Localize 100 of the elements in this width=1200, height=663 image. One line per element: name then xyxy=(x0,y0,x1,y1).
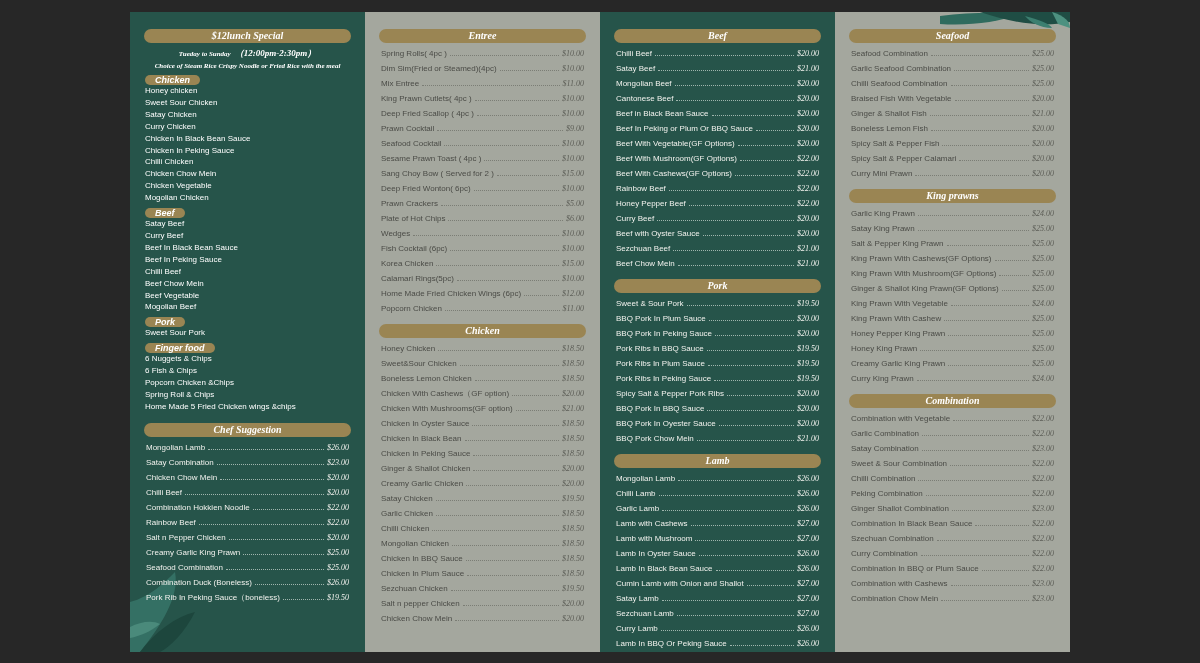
dish-name: Satay Beef xyxy=(145,218,186,230)
section-heading: $12lunch Special xyxy=(144,29,351,43)
dish-price: $26.00 xyxy=(797,639,819,649)
section-heading: Chicken xyxy=(379,324,586,338)
dish-name: Beef Chow Mein xyxy=(145,277,205,290)
dish-name: Honey King Prawn xyxy=(851,344,918,354)
dish-price: $19.50 xyxy=(797,344,819,354)
dish-name: Satay Combination xyxy=(851,444,919,454)
dish-price: $27.00 xyxy=(797,609,819,619)
dish-price: $26.00 xyxy=(327,442,349,453)
dish-name: BBQ Pork In Plum Sauce xyxy=(616,314,706,324)
dish-price: $21.00 xyxy=(797,434,819,444)
dish-name: 6 Nuggets & Chips xyxy=(145,353,213,366)
dish-name: King Prawn Cutlets( 4pc ) xyxy=(381,94,472,104)
dish-price: $20.00 xyxy=(1032,94,1054,104)
dish-name: Sweet & Sour Combination xyxy=(851,459,948,469)
dish-name: Rainbow Beef xyxy=(616,184,666,194)
dish-price: $20.00 xyxy=(797,124,819,134)
dish-price: $25.00 xyxy=(1032,49,1054,59)
dish-name: Mongolian Lamb xyxy=(146,442,206,453)
dish-name: Seafood Cocktail xyxy=(381,139,442,149)
dish-name: Korea Chicken xyxy=(381,259,434,269)
section-heading: Beef xyxy=(614,29,821,43)
dish-price: $25.00 xyxy=(1032,359,1054,369)
dish-price: $22.00 xyxy=(327,502,349,513)
dish-price: $15.00 xyxy=(562,259,584,269)
dish-price: $20.00 xyxy=(562,614,584,624)
dish-name: Chilli Beef xyxy=(145,265,182,278)
dish-name: Beef In Peking Sauce xyxy=(145,253,223,266)
dish-name: Ginger & Shallot King Prawn(GF Options) xyxy=(851,284,999,294)
dish-name: Pork Ribs In BBQ Sauce xyxy=(616,344,704,354)
dish-price: $18.50 xyxy=(562,569,584,579)
dish-name: Chicken With Mushrooms(GF option) xyxy=(381,404,513,414)
dish-name: Ginger & Shallot Fish xyxy=(851,109,927,119)
dish-name: Curry Beef xyxy=(145,229,185,242)
dish-price: $20.00 xyxy=(562,389,584,399)
dish-name: Sezchuan Lamb xyxy=(616,609,674,619)
dish-price: $19.50 xyxy=(562,584,584,594)
dish-price: $26.00 xyxy=(797,504,819,514)
dish-name: Fish Cocktail (6pc) xyxy=(381,244,448,254)
dish-price: $10.00 xyxy=(562,139,584,149)
dish-price: $22.00 xyxy=(797,199,819,209)
dish-name: Chilli Beef xyxy=(616,49,652,59)
dish-price: $21.00 xyxy=(1032,109,1054,119)
dish-price: $23.00 xyxy=(1032,504,1054,514)
lunch-hours: （12:00pm-2:30pm） xyxy=(234,47,317,60)
dish-price: $11.00 xyxy=(562,304,584,314)
dish-name: Plate of Hot Chips xyxy=(381,214,446,224)
dish-name: Szechuan Combination xyxy=(851,534,934,544)
dish-price: $10.00 xyxy=(562,64,584,74)
dish-price: $10.00 xyxy=(562,184,584,194)
dish-price: $22.00 xyxy=(1032,429,1054,439)
dish-name: Satay King Prawn xyxy=(851,224,915,234)
dish-price: $18.50 xyxy=(562,359,584,369)
dish-name: Chicken Chow Mein xyxy=(381,614,453,624)
dish-name: Braised Fish With Vegetable xyxy=(851,94,952,104)
dish-name: Mogolian Chicken xyxy=(145,192,210,205)
dish-name: BBQ Pork In Oyester Sauce xyxy=(616,419,716,429)
dish-price: $22.00 xyxy=(797,154,819,164)
dish-price: $24.00 xyxy=(1032,209,1054,219)
dish-name: Combination Hokkien Noodle xyxy=(146,502,250,513)
dish-name: Chilli Lamb xyxy=(616,489,656,499)
dish-price: $23.00 xyxy=(1032,444,1054,454)
dish-price: $18.50 xyxy=(562,524,584,534)
dish-price: $18.50 xyxy=(562,509,584,519)
dish-price: $23.00 xyxy=(1032,579,1054,589)
dish-name: Sweet Sour Chicken xyxy=(145,96,219,109)
dish-name: Sesame Prawn Toast ( 4pc ) xyxy=(381,154,482,164)
dish-price: $25.00 xyxy=(1032,329,1054,339)
dish-name: Spring Roll & Chips xyxy=(145,388,216,401)
dish-price: $24.00 xyxy=(1032,299,1054,309)
dish-name: Sweet&Sour Chicken xyxy=(381,359,457,369)
dish-name: Calamari Rings(5pc) xyxy=(381,274,454,284)
dish-name: Creamy Garlic King Prawn xyxy=(851,359,946,369)
dish-price: $15.00 xyxy=(562,169,584,179)
dish-name: Salt & Pepper King Prawn xyxy=(851,239,944,249)
dish-name: Honey Pepper Beef xyxy=(616,199,686,209)
dish-name: Ginger Shallot Combination xyxy=(851,504,949,514)
dish-price: $27.00 xyxy=(797,534,819,544)
dish-name: Chicken With Cashews（GF option) xyxy=(381,389,510,399)
dish-price: $20.00 xyxy=(797,389,819,399)
dish-name: Lamb In Black Bean Sauce xyxy=(616,564,713,574)
dish-price: $19.50 xyxy=(327,592,349,603)
dish-price: $18.50 xyxy=(562,344,584,354)
dish-price: $20.00 xyxy=(797,314,819,324)
dish-name: Boneless Lemon Chicken xyxy=(381,374,472,384)
dish-price: $23.00 xyxy=(1032,594,1054,604)
dish-name: Curry Beef xyxy=(616,214,655,224)
dish-name: Home Made 5 Fried Chicken wings &chips xyxy=(145,400,297,413)
dish-price: $18.50 xyxy=(562,554,584,564)
dish-name: Chicken In Oyster Sauce xyxy=(381,419,470,429)
category-label: Beef xyxy=(145,208,185,219)
dish-price: $18.50 xyxy=(562,374,584,384)
dish-price: $25.00 xyxy=(1032,254,1054,264)
dish-name: Satay Beef xyxy=(616,64,656,74)
dish-name: Sang Choy Bow ( Served for 2 ) xyxy=(381,169,494,179)
dish-price: $25.00 xyxy=(327,562,349,573)
dish-price: $22.00 xyxy=(1032,474,1054,484)
dish-price: $22.00 xyxy=(1032,534,1054,544)
dish-price: $20.00 xyxy=(797,329,819,339)
